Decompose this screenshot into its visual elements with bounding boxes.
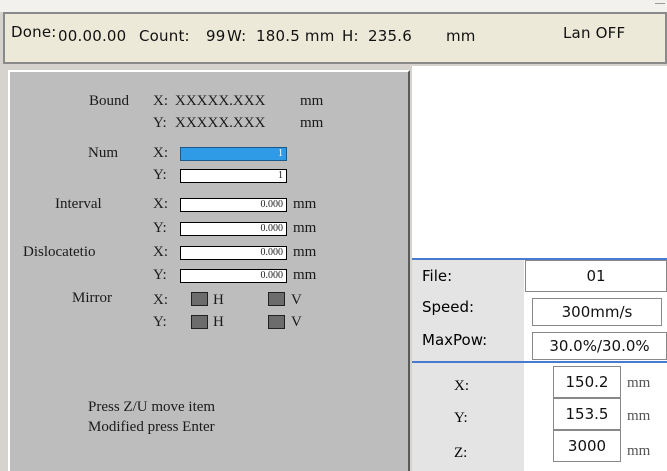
count-value: 99 (206, 27, 226, 45)
mirror-x-v-checkbox[interactable] (268, 292, 285, 306)
file-label: File: (422, 267, 453, 285)
num-y-field[interactable]: 1 (180, 169, 287, 183)
lan-status: Lan OFF (563, 24, 626, 42)
preview-canvas (412, 66, 667, 258)
coord-y-value: 153.5 (553, 398, 621, 430)
dislocation-y-axis: Y: (153, 267, 167, 283)
coord-z-value: 3000 (553, 430, 621, 462)
coord-x-value: 150.2 (553, 366, 621, 398)
hint-move-item: Press Z/U move item (88, 399, 216, 415)
width-label: W: (227, 27, 247, 45)
interval-label: Interval (55, 196, 102, 212)
coord-y-unit: mm (627, 408, 651, 424)
coord-z-unit: mm (627, 443, 651, 459)
maxpow-label: MaxPow: (422, 331, 488, 349)
mirror-x-v-label: V (291, 292, 302, 308)
title-strip (0, 0, 667, 12)
mirror-x-h-label: H (213, 292, 224, 308)
interval-y-field[interactable]: 0.000 (180, 222, 287, 236)
mirror-y-axis: Y: (153, 314, 167, 330)
dislocation-label: Dislocatetio (23, 244, 96, 260)
dislocation-x-unit: mm (293, 244, 317, 260)
coord-y-label: Y: (454, 410, 468, 426)
bound-label: Bound (89, 93, 130, 109)
done-value: 00.00.00 (58, 27, 127, 45)
info-panel: File: 01 Speed: 300mm/s MaxPow: 30.0%/30… (412, 258, 667, 471)
status-bar: Done: 00.00.00 Count: 99 W: 180.5 mm H: … (3, 12, 667, 64)
coord-x-unit: mm (627, 375, 651, 391)
count-label: Count: (139, 27, 190, 45)
num-label: Num (88, 145, 118, 161)
dislocation-y-unit: mm (293, 267, 317, 283)
bound-x-value: XXXXX.XXX (175, 93, 266, 109)
dislocation-x-axis: X: (153, 244, 168, 260)
bound-x-axis: X: (153, 93, 168, 109)
interval-y-unit: mm (293, 220, 317, 236)
done-label: Done: (11, 23, 57, 41)
mirror-y-v-checkbox[interactable] (268, 315, 285, 329)
interval-x-axis: X: (153, 196, 168, 212)
interval-y-axis: Y: (153, 220, 167, 236)
mirror-y-v-label: V (291, 314, 302, 330)
height-label: H: (342, 27, 359, 45)
height-value: 235.6 (368, 27, 412, 45)
mirror-x-h-checkbox[interactable] (191, 292, 208, 306)
dislocation-y-field[interactable]: 0.000 (180, 269, 287, 283)
height-unit: mm (446, 27, 476, 45)
num-y-axis: Y: (153, 167, 167, 183)
coord-z-label: Z: (454, 445, 468, 461)
num-x-field[interactable]: 1 (180, 147, 287, 161)
coord-x-label: X: (454, 378, 469, 394)
bound-x-unit: mm (300, 93, 324, 109)
mirror-x-axis: X: (153, 292, 168, 308)
hint-press-enter: Modified press Enter (88, 419, 215, 435)
interval-x-field[interactable]: 0.000 (180, 198, 287, 212)
bound-y-axis: Y: (153, 115, 167, 131)
array-settings-panel: Bound X: XXXXX.XXX mm Y: XXXXX.XXX mm Nu… (8, 70, 410, 471)
num-x-axis: X: (153, 145, 168, 161)
width-value: 180.5 mm (256, 27, 335, 45)
mirror-y-h-checkbox[interactable] (191, 315, 208, 329)
mirror-y-h-label: H (213, 314, 224, 330)
speed-value: 300mm/s (532, 298, 662, 326)
window-corner-mark (655, 3, 665, 8)
file-value: 01 (525, 260, 667, 292)
bound-y-value: XXXXX.XXX (175, 115, 266, 131)
interval-x-unit: mm (293, 196, 317, 212)
bound-y-unit: mm (300, 115, 324, 131)
dislocation-x-field[interactable]: 0.000 (180, 246, 287, 260)
maxpow-value: 30.0%/30.0% (532, 332, 667, 360)
mirror-label: Mirror (72, 290, 112, 306)
speed-label: Speed: (422, 298, 475, 316)
